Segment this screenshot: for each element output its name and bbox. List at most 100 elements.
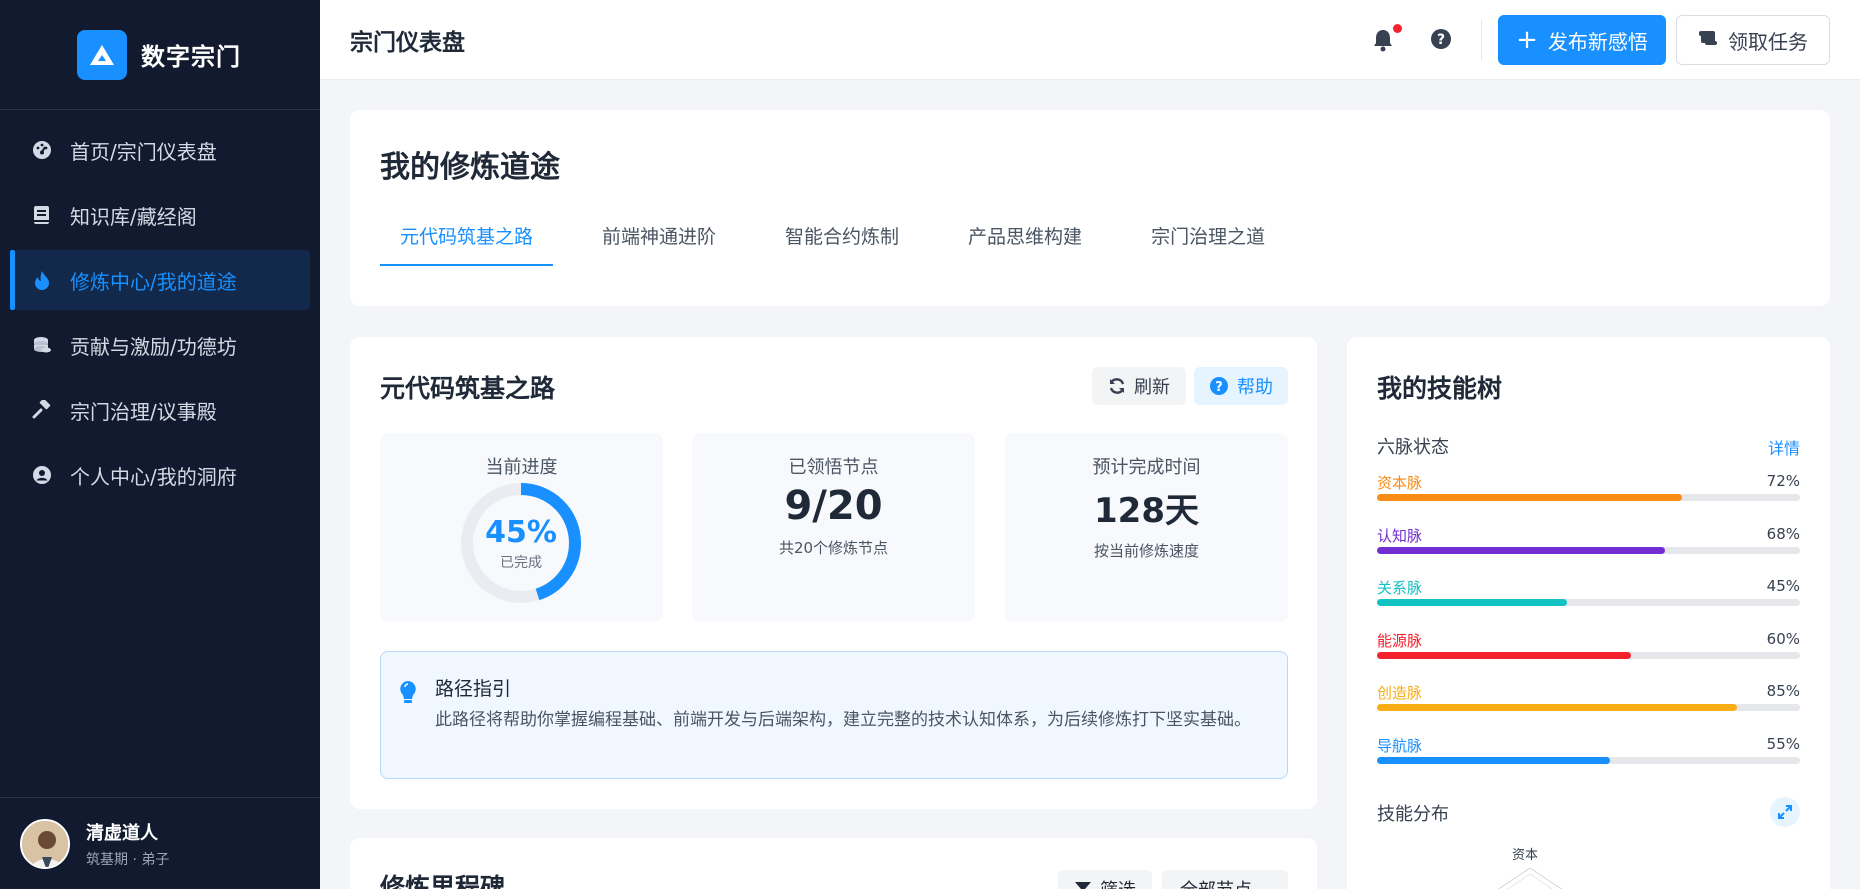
sidebar: 数字宗门 首页/宗门仪表盘 知识库/藏经阁 修炼中心/我的道途 贡献与激励/功德… [0,0,320,889]
road-title: 元代码筑基之路 [380,374,556,403]
skill-progress-track [1377,651,1800,659]
sidebar-item-label: 个人中心/我的洞府 [70,464,237,489]
skill-progress-fill [1377,494,1682,501]
help-button[interactable]: ? 帮助 [1194,367,1288,405]
tab-meta-code[interactable]: 元代码筑基之路 [380,220,554,266]
path-guide: 路径指引 此路径将帮助你掌握编程基础、前端开发与后端架构，建立完整的技术认知体系… [380,651,1288,779]
skill-row: 创造脉 85% [1377,682,1800,722]
expand-icon[interactable] [1770,797,1800,827]
skill-progress-track [1377,756,1800,764]
refresh-icon [1108,377,1126,395]
sidebar-item-cultivation[interactable]: 修炼中心/我的道途 [10,250,310,310]
skill-title: 我的技能树 [1377,374,1503,403]
sidebar-item-profile[interactable]: 个人中心/我的洞府 [10,445,310,505]
skill-distribution-label: 技能分布 [1377,804,1449,825]
skill-name: 导航脉 [1377,736,1423,755]
refresh-label: 刷新 [1134,377,1170,398]
tab-frontend[interactable]: 前端神通进阶 [582,220,736,266]
mountain-logo-icon [77,29,127,80]
user-circle-icon [30,463,54,487]
eta-label: 预计完成时间 [1092,457,1201,478]
svg-text:?: ? [1215,380,1223,395]
nodes-sub: 共20个修炼节点 [778,539,889,557]
gavel-icon [30,398,54,422]
skill-progress-fill [1377,599,1568,606]
eta-sub: 按当前修炼速度 [1093,542,1199,560]
lightbulb-icon [399,680,417,710]
path-title: 我的修炼道途 [380,150,560,185]
sidebar-item-label: 首页/宗门仪表盘 [70,139,217,164]
publish-insight-button[interactable]: + 发布新感悟 [1498,15,1666,65]
notification-dot [1393,24,1402,33]
brand[interactable]: 数字宗门 [0,0,320,110]
skill-percent: 85% [1766,682,1800,700]
tab-smart-contract[interactable]: 智能合约炼制 [765,220,919,266]
book-icon [30,203,54,227]
skill-percent: 55% [1766,734,1800,753]
sidebar-item-knowledge[interactable]: 知识库/藏经阁 [10,185,310,245]
help-label: 帮助 [1237,377,1273,398]
user-profile[interactable]: 清虚道人 筑基期 · 弟子 [0,797,320,889]
dashboard-icon [30,138,54,162]
skill-row: 能源脉 60% [1377,630,1800,670]
skill-name: 认知脉 [1377,526,1423,545]
help-circle-icon: ? [1209,376,1229,396]
user-name: 清虚道人 [86,822,158,844]
help-icon[interactable]: ? [1430,28,1452,50]
meridian-status-label: 六脉状态 [1377,437,1449,458]
skill-row: 资本脉 72% [1377,472,1800,512]
progress-stat: 当前进度 45% 已完成 [380,433,663,622]
progress-ring: 45% 已完成 [459,481,583,605]
skill-progress-fill [1377,756,1610,764]
claim-task-button[interactable]: 领取任务 [1676,15,1830,65]
publish-insight-label: 发布新感悟 [1547,29,1648,54]
sidebar-item-label: 知识库/藏经阁 [70,204,197,229]
page-title: 宗门仪表盘 [350,29,465,56]
skill-progress-track [1377,599,1800,606]
skill-row: 关系脉 45% [1377,577,1800,617]
skill-percent: 60% [1766,629,1800,648]
radar-chart [1497,867,1563,889]
claim-task-label: 领取任务 [1728,29,1808,54]
svg-text:?: ? [1437,32,1445,48]
divider [1481,20,1482,60]
sidebar-item-label: 修炼中心/我的道途 [70,269,237,294]
skill-row: 认知脉 68% [1377,525,1800,565]
sidebar-item-label: 宗门治理/议事殿 [70,399,217,424]
milestone-card: 修炼里程碑 筛选 全部节点 ⌄ [350,838,1317,889]
detail-link[interactable]: 详情 [1768,435,1800,459]
skill-progress-fill [1377,704,1737,711]
nodes-value: 9/20 [784,483,883,529]
node-select[interactable]: 全部节点 ⌄ [1162,870,1288,889]
sidebar-item-contribution[interactable]: 贡献与激励/功德坊 [10,315,310,375]
tab-governance[interactable]: 宗门治理之道 [1131,220,1285,266]
guide-title: 路径指引 [435,678,512,700]
sidebar-item-label: 贡献与激励/功德坊 [70,334,237,359]
nodes-label: 已领悟节点 [788,457,879,478]
skill-progress-fill [1377,651,1631,659]
progress-label: 当前进度 [485,457,558,478]
sidebar-item-governance[interactable]: 宗门治理/议事殿 [10,380,310,440]
refresh-button[interactable]: 刷新 [1092,367,1186,405]
flame-icon [30,268,54,292]
nodes-stat: 已领悟节点 9/20 共20个修炼节点 [692,433,975,622]
milestone-title: 修炼里程碑 [380,873,506,889]
filter-button[interactable]: 筛选 [1058,870,1152,889]
skill-percent: 72% [1766,472,1800,490]
brand-name: 数字宗门 [141,43,241,71]
filter-label: 筛选 [1100,876,1136,889]
skill-progress-track [1377,546,1800,554]
bell-icon[interactable] [1372,28,1396,52]
sidebar-item-dashboard[interactable]: 首页/宗门仪表盘 [10,120,310,180]
skill-percent: 45% [1766,577,1800,595]
path-card: 我的修炼道途 元代码筑基之路 前端神通进阶 智能合约炼制 产品思维构建 宗门治理… [350,110,1830,306]
avatar [20,818,70,869]
coins-icon [30,333,54,357]
skill-name: 关系脉 [1377,579,1423,597]
skill-name: 资本脉 [1377,474,1423,492]
eta-value: 128天 [1094,491,1199,531]
progress-value: 45% [485,515,557,550]
tab-product-thinking[interactable]: 产品思维构建 [948,220,1102,266]
scroll-icon [1698,28,1718,52]
sidebar-nav: 首页/宗门仪表盘 知识库/藏经阁 修炼中心/我的道途 贡献与激励/功德坊 宗门治… [0,110,320,505]
